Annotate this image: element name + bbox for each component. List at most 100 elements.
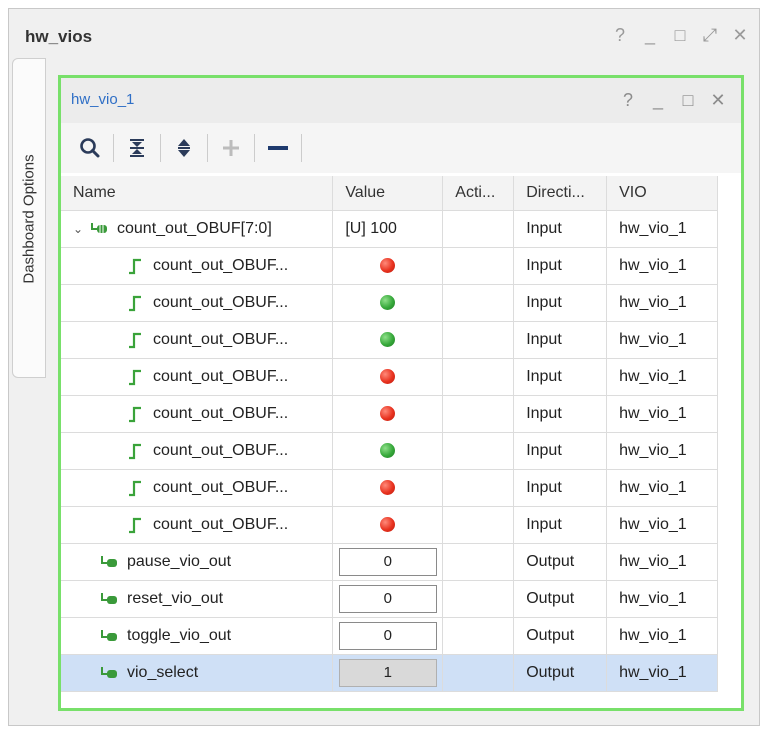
value-cell: [U] 100: [332, 210, 444, 248]
led-red-icon: [380, 257, 396, 273]
value-input[interactable]: 0: [338, 547, 437, 576]
close-icon[interactable]: ✕: [709, 88, 727, 112]
direction-cell: Input: [513, 395, 608, 433]
output-probe-icon: [99, 590, 119, 608]
name-cell: count_out_OBUF...: [61, 506, 334, 544]
vio-cell: hw_vio_1: [606, 395, 718, 433]
signal-icon: [125, 331, 145, 349]
chevron-down-icon[interactable]: ⌄: [73, 222, 89, 236]
vio-cell: hw_vio_1: [606, 284, 718, 322]
led-red-icon: [380, 368, 396, 384]
table-row[interactable]: count_out_OBUF... Input hw_vio_1: [61, 395, 718, 433]
help-icon[interactable]: ?: [619, 88, 637, 112]
float-icon[interactable]: ⤢: [701, 23, 719, 47]
name-cell: count_out_OBUF...: [61, 321, 334, 359]
close-icon[interactable]: ✕: [731, 23, 749, 47]
activity-cell: [442, 432, 515, 470]
help-icon[interactable]: ?: [611, 23, 629, 47]
minimize-icon[interactable]: _: [649, 88, 667, 112]
table-row[interactable]: count_out_OBUF... Input hw_vio_1: [61, 247, 718, 285]
column-header-vio[interactable]: VIO: [606, 176, 718, 211]
table-row[interactable]: ⌄ count_out_OBUF[7:0] [U] 100 Input hw_vio_1: [61, 210, 718, 248]
bus-icon: [89, 220, 109, 238]
name-cell: toggle_vio_out: [61, 617, 334, 655]
add-button[interactable]: [214, 131, 248, 165]
probe-name: count_out_OBUF...: [153, 293, 289, 311]
activity-cell: [442, 543, 515, 581]
table-row[interactable]: count_out_OBUF... Input hw_vio_1: [61, 321, 718, 359]
signal-icon: [125, 442, 145, 460]
vio-cell: hw_vio_1: [606, 469, 718, 507]
table-row[interactable]: count_out_OBUF... Input hw_vio_1: [61, 432, 718, 470]
expand-all-icon: [178, 139, 190, 157]
maximize-icon[interactable]: □: [671, 23, 689, 47]
value-cell: 0: [332, 543, 444, 581]
signal-icon: [125, 257, 145, 275]
column-header-direction[interactable]: Directi...: [513, 176, 608, 211]
probe-name: count_out_OBUF...: [153, 404, 289, 422]
value-cell: [332, 432, 444, 470]
led-green-icon: [380, 294, 396, 310]
signal-icon: [125, 368, 145, 386]
maximize-icon[interactable]: □: [679, 88, 697, 112]
vio-cell: hw_vio_1: [606, 543, 718, 581]
panel-title[interactable]: hw_vio_1: [71, 91, 134, 108]
probe-name: count_out_OBUF...: [153, 330, 289, 348]
table-row[interactable]: reset_vio_out 0 Output hw_vio_1: [61, 580, 718, 618]
name-cell: pause_vio_out: [61, 543, 334, 581]
probe-name: vio_select: [127, 663, 199, 681]
table-row[interactable]: count_out_OBUF... Input hw_vio_1: [61, 358, 718, 396]
name-cell: count_out_OBUF...: [61, 395, 334, 433]
table-row[interactable]: toggle_vio_out 0 Output hw_vio_1: [61, 617, 718, 655]
probe-name: toggle_vio_out: [127, 626, 232, 644]
expand-all-button[interactable]: [167, 131, 201, 165]
table-row[interactable]: pause_vio_out 0 Output hw_vio_1: [61, 543, 718, 581]
collapse-all-button[interactable]: [120, 131, 154, 165]
vio-cell: hw_vio_1: [606, 617, 718, 655]
column-header-value[interactable]: Value: [332, 176, 444, 211]
direction-cell: Input: [513, 469, 608, 507]
vio-cell: hw_vio_1: [606, 321, 718, 359]
name-cell: vio_select: [61, 654, 334, 692]
activity-cell: [442, 469, 515, 507]
table-row[interactable]: count_out_OBUF... Input hw_vio_1: [61, 469, 718, 507]
activity-cell: [442, 654, 515, 692]
led-green-icon: [380, 442, 396, 458]
dashboard-options-tab[interactable]: Dashboard Options: [12, 58, 46, 378]
activity-cell: [442, 284, 515, 322]
value-input[interactable]: 0: [338, 584, 437, 613]
table-row[interactable]: count_out_OBUF... Input hw_vio_1: [61, 284, 718, 322]
probe-name: count_out_OBUF...: [153, 256, 289, 274]
led-red-icon: [380, 405, 396, 421]
search-button[interactable]: [73, 131, 107, 165]
value-cell: [332, 506, 444, 544]
table-row[interactable]: vio_select 1 Output hw_vio_1: [61, 654, 718, 692]
column-header-activity[interactable]: Acti...: [442, 176, 515, 211]
value-input[interactable]: 1: [338, 658, 437, 687]
activity-cell: [442, 580, 515, 618]
vio-cell: hw_vio_1: [606, 247, 718, 285]
remove-button[interactable]: [261, 131, 295, 165]
name-cell: reset_vio_out: [61, 580, 334, 618]
value-input[interactable]: 0: [338, 621, 437, 650]
table-row[interactable]: count_out_OBUF... Input hw_vio_1: [61, 506, 718, 544]
activity-cell: [442, 321, 515, 359]
value-cell: [332, 284, 444, 322]
led-red-icon: [380, 516, 396, 532]
value-cell: 0: [332, 617, 444, 655]
add-icon: [223, 140, 239, 156]
vio-cell: hw_vio_1: [606, 432, 718, 470]
minimize-icon[interactable]: _: [641, 23, 659, 47]
value-cell: [332, 395, 444, 433]
column-header-name[interactable]: Name: [61, 176, 334, 211]
bus-value: [U] 100: [345, 219, 397, 237]
name-cell: count_out_OBUF...: [61, 358, 334, 396]
probe-name: count_out_OBUF...: [153, 478, 289, 496]
vio-cell: hw_vio_1: [606, 506, 718, 544]
direction-cell: Input: [513, 247, 608, 285]
value-cell: 1: [332, 654, 444, 692]
toolbar: [61, 123, 741, 173]
value-cell: [332, 247, 444, 285]
probe-name: count_out_OBUF...: [153, 441, 289, 459]
output-probe-icon: [99, 627, 119, 645]
